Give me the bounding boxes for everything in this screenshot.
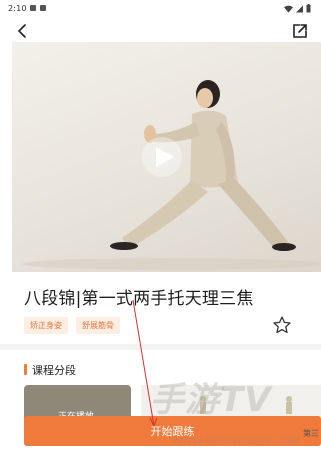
status-bar: 2:10 [0,0,321,18]
back-arrow-icon[interactable] [14,22,32,40]
segments-heading-text: 课程分段 [32,364,76,377]
share-icon[interactable] [291,22,309,40]
play-button[interactable] [142,137,182,177]
section-divider [0,344,321,350]
segment-edge-label: 第三 [303,429,319,438]
notification-icon [40,5,46,11]
video-player[interactable] [12,42,321,272]
star-icon[interactable] [272,315,292,335]
course-tag: 矫正身姿 [24,317,68,334]
battery-icon [306,4,311,13]
notification-icon [30,5,36,11]
segments-heading: 课程分段 [24,362,76,378]
watermark-url: WWW.SHOUYOUTV.COM [172,436,301,447]
top-nav [0,18,321,42]
signal-icon [296,5,303,12]
course-tag: 舒展筋骨 [76,317,120,334]
status-time: 2:10 [8,4,27,13]
course-title: 八段锦|第一式两手托天理三焦 [24,289,254,309]
status-indicators [284,4,311,13]
watermark-text: 手游TV [150,380,272,420]
play-icon [156,147,174,167]
course-tags: 矫正身姿 舒展筋骨 [24,317,120,334]
wifi-icon [284,5,293,13]
